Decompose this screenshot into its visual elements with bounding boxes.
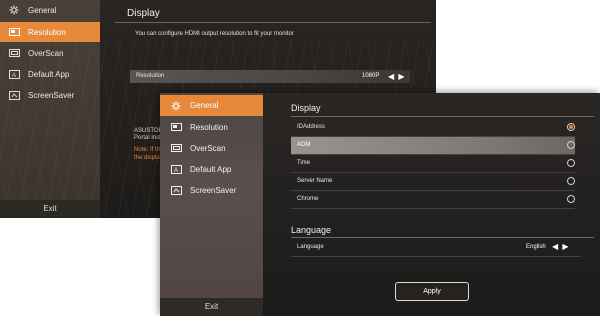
sidebar-item-screensaver[interactable]: ScreenSaver [160,180,263,201]
radio-icon[interactable] [567,159,575,167]
app-icon: A [170,165,182,175]
portal-text: Portal inst [134,135,161,141]
sidebar-item-label: Default App [28,69,70,79]
option-label: Server Name [297,178,333,184]
overscan-icon [170,144,182,154]
divider [291,237,594,238]
resolution-label: Resolution [136,73,165,79]
description-text: You can configure HDMI output resolution… [135,31,294,37]
display-option-row[interactable]: Chrome [291,191,575,208]
sidebar-item-general[interactable]: General [160,95,263,116]
front-sidebar: General Resolution OverScan A Default Ap… [160,93,263,316]
screensaver-icon [170,186,182,196]
language-section-title: Language [291,225,332,235]
svg-text:A: A [174,168,178,174]
back-sidebar-item-default-app[interactable]: A Default App [0,64,100,84]
gear-icon [170,101,182,111]
radio-icon[interactable] [567,195,575,203]
screensaver-icon [8,90,20,100]
language-arrows-icon[interactable]: ◀ ▶ [552,242,570,251]
asustor-label: ASUSTOR [134,128,163,134]
display-option-row[interactable]: ADM [291,137,575,154]
display-option-row[interactable]: IDAddress [291,119,575,136]
sidebar-item-label: OverScan [190,144,226,153]
overscan-icon [8,48,20,58]
resolution-value: 1080P [362,73,380,79]
app-icon: A [8,69,20,79]
apply-button[interactable]: Apply [395,282,469,301]
note-text: Note: If th [134,147,161,153]
sidebar-item-label: General [28,5,57,15]
option-label: IDAddress [297,124,326,130]
option-label: Chrome [297,196,319,202]
radio-icon[interactable] [567,177,575,185]
language-row[interactable]: Language English ◀ ▶ [291,241,581,255]
sidebar-item-label: Default App [190,165,232,174]
sidebar-item-label: Resolution [28,27,66,37]
display-section-title: Display [291,103,321,113]
sidebar-item-label: General [190,101,219,110]
page-title: Display [127,8,160,19]
monitor-icon [170,123,182,133]
sidebar-item-label: Resolution [190,123,228,132]
resolution-arrows-icon[interactable]: ◀ ▶ [388,72,406,81]
back-sidebar-item-screensaver[interactable]: ScreenSaver [0,85,100,105]
exit-button[interactable]: Exit [160,298,263,316]
svg-text:A: A [12,73,16,79]
option-label: Time [297,160,311,166]
radio-icon[interactable] [567,141,575,149]
back-sidebar-item-overscan[interactable]: OverScan [0,43,100,63]
sidebar-item-label: ScreenSaver [190,186,237,195]
display-option-row[interactable]: Server Name [291,173,575,190]
note-text: the display [134,155,163,161]
back-exit-button[interactable]: Exit [0,200,100,218]
sidebar-item-label: OverScan [28,48,64,58]
option-label: ADM [297,142,311,148]
display-option-row[interactable]: Time [291,155,575,172]
sidebar-item-default-app[interactable]: A Default App [160,159,263,180]
sidebar-item-resolution[interactable]: Resolution [160,117,263,138]
sidebar-item-label: ScreenSaver [28,90,75,100]
back-sidebar: General Resolution OverScan A Default Ap… [0,0,100,218]
gear-icon [8,5,20,15]
divider [291,116,594,117]
front-settings-window: General Resolution OverScan A Default Ap… [160,93,600,316]
monitor-icon [8,27,20,37]
language-value: English [526,244,546,250]
divider [115,22,431,23]
back-sidebar-item-resolution[interactable]: Resolution [0,22,100,42]
back-sidebar-item-general[interactable]: General [0,0,100,20]
sidebar-item-overscan[interactable]: OverScan [160,138,263,159]
language-label: Language [297,244,324,250]
radio-selected-icon[interactable] [567,123,575,131]
